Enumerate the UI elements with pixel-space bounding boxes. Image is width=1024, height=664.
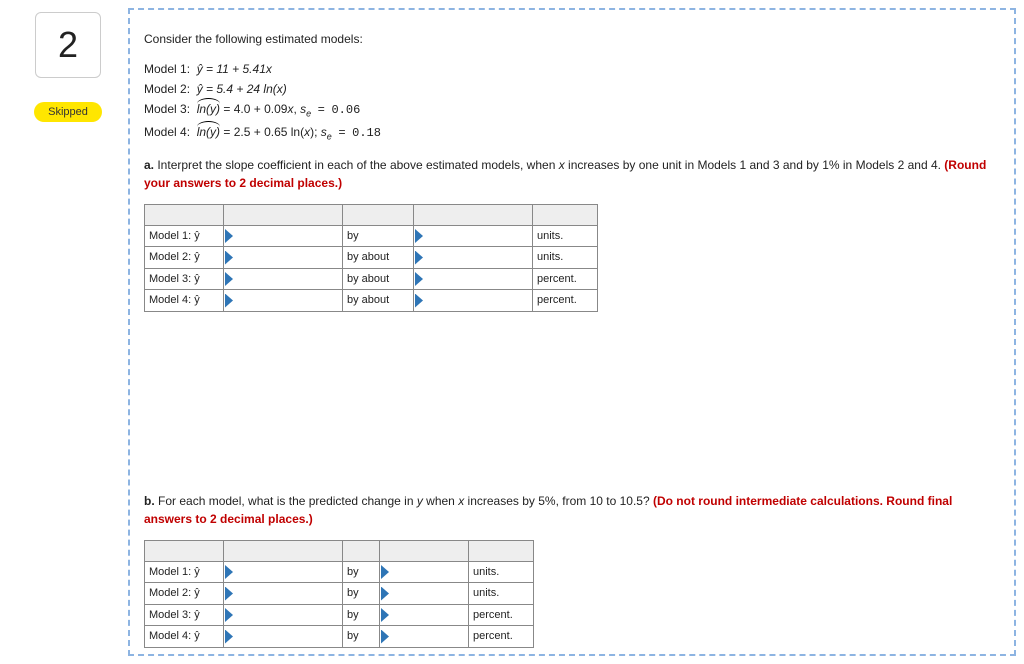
unit-text: percent.	[469, 604, 534, 626]
row-label: Model 2: ŷ	[145, 247, 224, 269]
part-a-label: a.	[144, 158, 154, 172]
table-row: Model 2: ŷ by about units.	[145, 247, 598, 269]
dropdown-cell[interactable]	[224, 247, 343, 269]
part-b-prompt: b. For each model, what is the predicted…	[144, 492, 1000, 528]
mid-text: by	[343, 583, 380, 605]
part-a-prompt: a. Interpret the slope coefficient in ea…	[144, 156, 1000, 192]
part-b-table: Model 1: ŷ by units. Model 2: ŷ by units…	[144, 540, 534, 648]
mid-text: by	[343, 225, 414, 247]
table-row: Model 2: ŷ by units.	[145, 583, 534, 605]
model-4-se: 0.18	[352, 126, 381, 140]
mid-text: by	[343, 604, 380, 626]
unit-text: units.	[533, 247, 598, 269]
dropdown-cell[interactable]	[380, 561, 469, 583]
unit-text: percent.	[533, 268, 598, 290]
question-page: 2 Skipped Consider the following estimat…	[0, 0, 1024, 664]
mid-text: by	[343, 561, 380, 583]
dropdown-cell[interactable]	[414, 225, 533, 247]
dropdown-icon	[415, 229, 423, 243]
model-1-label: Model 1:	[144, 62, 190, 76]
dropdown-cell[interactable]	[380, 604, 469, 626]
mid-text: by about	[343, 268, 414, 290]
question-number-box: 2	[35, 12, 101, 78]
dropdown-cell[interactable]	[224, 290, 343, 312]
row-label: Model 3: ŷ	[145, 268, 224, 290]
status-label: Skipped	[48, 106, 88, 118]
unit-text: units.	[533, 225, 598, 247]
part-b: b. For each model, what is the predicted…	[144, 492, 1000, 648]
question-sidebar: 2 Skipped	[8, 8, 128, 656]
dropdown-cell[interactable]	[224, 225, 343, 247]
dropdown-cell[interactable]	[224, 561, 343, 583]
part-b-label: b.	[144, 494, 155, 508]
dropdown-icon	[225, 565, 233, 579]
mid-text: by	[343, 626, 380, 648]
dropdown-cell[interactable]	[414, 268, 533, 290]
table-row: Model 1: ŷ by units.	[145, 225, 598, 247]
part-b-rounding: (Do not round intermediate calculations.…	[144, 494, 952, 526]
mid-text: by about	[343, 247, 414, 269]
dropdown-icon	[381, 565, 389, 579]
model-1: Model 1: ŷ = 11 + 5.41x	[144, 60, 1000, 78]
dropdown-icon	[225, 272, 233, 286]
model-3-label: Model 3:	[144, 102, 190, 116]
dropdown-cell[interactable]	[414, 247, 533, 269]
dropdown-icon	[415, 272, 423, 286]
table-row: Model 4: ŷ by percent.	[145, 626, 534, 648]
unit-text: percent.	[469, 626, 534, 648]
row-label: Model 1: ŷ	[145, 225, 224, 247]
model-4-label: Model 4:	[144, 125, 190, 139]
row-label: Model 1: ŷ	[145, 561, 224, 583]
part-a-table: Model 1: ŷ by units. Model 2: ŷ by about…	[144, 204, 598, 312]
row-label: Model 4: ŷ	[145, 290, 224, 312]
status-badge: Skipped	[34, 102, 102, 122]
unit-text: units.	[469, 561, 534, 583]
table-row: Model 3: ŷ by percent.	[145, 604, 534, 626]
question-number: 2	[58, 24, 78, 66]
model-4: Model 4: ln(y) = 2.5 + 0.65 ln(x); se = …	[144, 123, 1000, 144]
dropdown-icon	[225, 608, 233, 622]
row-label: Model 3: ŷ	[145, 604, 224, 626]
dropdown-icon	[381, 587, 389, 601]
model-3: Model 3: ln(y) = 4.0 + 0.09x, se = 0.06	[144, 100, 1000, 121]
mid-text: by about	[343, 290, 414, 312]
table-row: Model 4: ŷ by about percent.	[145, 290, 598, 312]
y-hat-icon: ŷ	[197, 82, 203, 96]
unit-text: units.	[469, 583, 534, 605]
dropdown-icon	[415, 251, 423, 265]
part-a: a. Interpret the slope coefficient in ea…	[144, 156, 1000, 312]
table-row: Model 1: ŷ by units.	[145, 561, 534, 583]
dropdown-cell[interactable]	[414, 290, 533, 312]
intro-text: Consider the following estimated models:	[144, 30, 1000, 48]
dropdown-cell[interactable]	[380, 583, 469, 605]
dropdown-icon	[381, 608, 389, 622]
unit-text: percent.	[533, 290, 598, 312]
model-3-se: 0.06	[331, 103, 360, 117]
table-row: Model 3: ŷ by about percent.	[145, 268, 598, 290]
dropdown-icon	[225, 294, 233, 308]
dropdown-cell[interactable]	[380, 626, 469, 648]
question-content: Consider the following estimated models:…	[128, 8, 1016, 656]
dropdown-icon	[225, 229, 233, 243]
dropdown-icon	[381, 630, 389, 644]
row-label: Model 2: ŷ	[145, 583, 224, 605]
model-2: Model 2: ŷ = 5.4 + 24 ln(x)	[144, 80, 1000, 98]
row-label: Model 4: ŷ	[145, 626, 224, 648]
dropdown-cell[interactable]	[224, 268, 343, 290]
dropdown-icon	[415, 294, 423, 308]
dropdown-icon	[225, 251, 233, 265]
dropdown-cell[interactable]	[224, 626, 343, 648]
dropdown-icon	[225, 587, 233, 601]
dropdown-cell[interactable]	[224, 604, 343, 626]
dropdown-cell[interactable]	[224, 583, 343, 605]
y-hat-icon: ŷ	[197, 62, 203, 76]
model-2-label: Model 2:	[144, 82, 190, 96]
dropdown-icon	[225, 630, 233, 644]
model-equations: Model 1: ŷ = 11 + 5.41x Model 2: ŷ = 5.4…	[144, 60, 1000, 144]
part-a-rounding: (Round your answers to 2 decimal places.…	[144, 158, 986, 190]
